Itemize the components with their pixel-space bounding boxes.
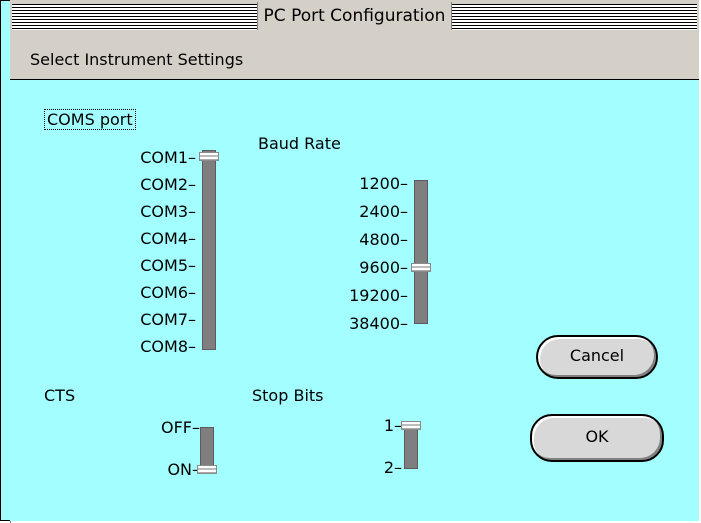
stop-bits-tick-1: 1– <box>383 416 402 435</box>
coms-tick-label: COM8 <box>140 337 188 356</box>
baud-tick-1200: 1200– <box>359 174 408 193</box>
baud-tick-19200: 19200– <box>349 286 408 305</box>
baud-tick-2400: 2400– <box>359 202 408 221</box>
coms-tick-com6: COM6– <box>140 283 196 302</box>
baud-tick-label: 4800 <box>359 230 400 249</box>
coms-tick-com7: COM7– <box>140 310 196 329</box>
coms-port-slider-thumb[interactable] <box>199 152 219 161</box>
baud-tick-label: 2400 <box>359 202 400 221</box>
coms-tick-label: COM6 <box>140 283 188 302</box>
cts-tick-label: ON <box>167 460 192 479</box>
baud-tick-label: 9600 <box>359 258 400 277</box>
coms-port-label-text: COMS port <box>44 109 136 130</box>
baud-tick-4800: 4800– <box>359 230 408 249</box>
stop-bits-slider-thumb[interactable] <box>401 421 421 430</box>
baud-rate-slider-track[interactable] <box>414 180 428 324</box>
cts-slider-thumb[interactable] <box>197 465 217 474</box>
window-title: PC Port Configuration <box>256 2 453 30</box>
instruction-label: Select Instrument Settings <box>30 50 244 69</box>
baud-tick-38400: 38400– <box>349 314 408 333</box>
coms-tick-label: COM1 <box>140 148 188 167</box>
baud-tick-label: 19200 <box>349 286 400 305</box>
cancel-button[interactable]: Cancel <box>536 335 658 379</box>
baud-tick-label: 38400 <box>349 314 400 333</box>
coms-tick-com3: COM3– <box>140 202 196 221</box>
coms-port-label: COMS port <box>44 109 136 130</box>
coms-tick-label: COM4 <box>140 229 188 248</box>
stop-bits-tick-2: 2– <box>383 458 402 477</box>
coms-port-slider-track[interactable] <box>202 150 216 350</box>
coms-tick-label: COM2 <box>140 175 188 194</box>
cts-label: CTS <box>44 386 76 405</box>
baud-tick-label: 1200 <box>359 174 400 193</box>
coms-tick-com5: COM5– <box>140 256 196 275</box>
baud-rate-label: Baud Rate <box>258 134 341 153</box>
coms-tick-com2: COM2– <box>140 175 196 194</box>
coms-tick-label: COM3 <box>140 202 188 221</box>
cts-tick-on: ON– <box>167 460 200 479</box>
coms-tick-com4: COM4– <box>140 229 196 248</box>
coms-tick-label: COM7 <box>140 310 188 329</box>
stop-bits-tick-label: 2 <box>383 458 394 477</box>
cts-tick-off: OFF– <box>161 418 200 437</box>
baud-rate-slider-thumb[interactable] <box>411 263 431 272</box>
coms-tick-label: COM5 <box>140 256 188 275</box>
coms-tick-com8: COM8– <box>140 337 196 356</box>
cts-tick-label: OFF <box>161 418 192 437</box>
stop-bits-label: Stop Bits <box>252 386 324 405</box>
ok-button[interactable]: OK <box>530 414 664 462</box>
instruction-bar: Select Instrument Settings <box>10 42 699 80</box>
settings-panel: COMS port COM1– COM2– COM3– COM4– COM5– … <box>10 80 699 521</box>
title-bar[interactable]: PC Port Configuration <box>10 0 699 43</box>
baud-tick-9600: 9600– <box>359 258 408 277</box>
stop-bits-tick-label: 1 <box>383 416 394 435</box>
coms-tick-com1: COM1– <box>140 148 196 167</box>
